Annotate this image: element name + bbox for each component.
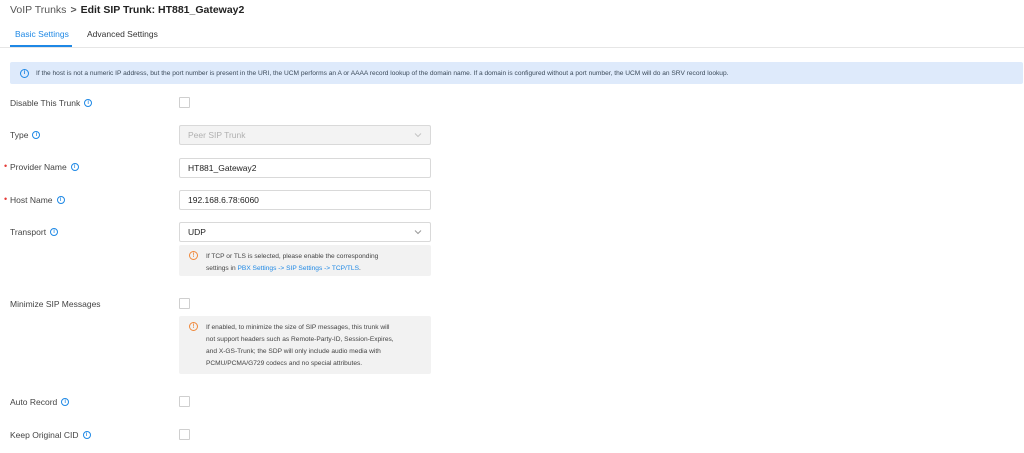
transport-note: ! If TCP or TLS is selected, please enab… (179, 245, 431, 276)
required-marker: • (4, 194, 8, 204)
transport-note-suffix: . (358, 265, 361, 272)
help-icon[interactable]: i (32, 131, 41, 139)
info-banner: i If the host is not a numeric IP addres… (10, 62, 1023, 84)
keep-cid-checkbox[interactable] (179, 429, 190, 440)
minimize-sip-note-line: and X-GS-Trunk; the SDP will only includ… (206, 348, 381, 355)
transport-select-value: UDP (188, 227, 206, 237)
tab-active-indicator (10, 45, 72, 47)
tab-basic-settings[interactable]: Basic Settings (15, 29, 69, 39)
disable-trunk-checkbox[interactable] (179, 97, 190, 108)
tcp-tls-settings-link[interactable]: PBX Settings -> SIP Settings -> TCP/TLS (238, 265, 359, 272)
minimize-sip-checkbox[interactable] (179, 298, 190, 309)
breadcrumb-separator: > (70, 4, 77, 16)
help-icon[interactable]: i (50, 228, 59, 236)
required-marker: • (4, 161, 8, 171)
keep-cid-label: Keep Original CID i (10, 429, 91, 441)
transport-note-line: If TCP or TLS is selected, please enable… (206, 253, 379, 260)
minimize-sip-note-line: PCMU/PCMA/G729 codecs and no special att… (206, 360, 363, 367)
minimize-sip-note-line: If enabled, to minimize the size of SIP … (206, 324, 390, 331)
tab-divider (0, 47, 1024, 48)
transport-select[interactable]: UDP (179, 222, 431, 242)
transport-note-prefix: settings in (206, 265, 238, 272)
provider-name-value: HT881_Gateway2 (188, 163, 257, 173)
chevron-down-icon (414, 133, 422, 138)
auto-record-checkbox[interactable] (179, 396, 190, 407)
info-icon: i (20, 68, 29, 78)
help-icon[interactable]: i (56, 196, 65, 204)
tab-advanced-settings[interactable]: Advanced Settings (87, 29, 158, 39)
host-name-value: 192.168.6.78:6060 (188, 195, 259, 205)
host-name-label: • Host Name i (4, 194, 65, 206)
provider-name-input[interactable]: HT881_Gateway2 (179, 158, 431, 178)
breadcrumb: VoIP Trunks > Edit SIP Trunk: HT881_Gatewa… (10, 4, 244, 16)
disable-trunk-label: Disable This Trunk i (10, 97, 93, 109)
minimize-sip-note: ! If enabled, to minimize the size of SI… (179, 316, 431, 374)
auto-record-label-text: Auto Record (10, 397, 58, 407)
help-icon[interactable]: i (61, 398, 70, 406)
minimize-sip-label: Minimize SIP Messages (10, 298, 101, 310)
help-icon[interactable]: i (82, 431, 91, 439)
provider-name-label-text: Provider Name (10, 162, 67, 172)
disable-trunk-label-text: Disable This Trunk (10, 98, 81, 108)
breadcrumb-voip-trunks-link[interactable]: VoIP Trunks (10, 4, 66, 16)
transport-label: Transport i (10, 226, 59, 238)
page-title: Edit SIP Trunk: HT881_Gateway2 (80, 4, 245, 16)
auto-record-label: Auto Record i (10, 396, 70, 408)
info-banner-text: If the host is not a numeric IP address,… (36, 69, 729, 77)
transport-label-text: Transport (10, 227, 47, 237)
warning-icon: ! (189, 322, 198, 331)
keep-cid-label-text: Keep Original CID (10, 430, 79, 440)
transport-note-line: settings in PBX Settings -> SIP Settings… (206, 263, 423, 275)
host-name-input[interactable]: 192.168.6.78:6060 (179, 190, 431, 210)
minimize-sip-note-line: not support headers such as Remote-Party… (206, 336, 394, 343)
warning-icon: ! (189, 251, 198, 260)
host-name-label-text: Host Name (10, 195, 53, 205)
type-label-text: Type (10, 130, 29, 140)
type-select-value: Peer SIP Trunk (188, 130, 246, 140)
minimize-sip-label-text: Minimize SIP Messages (10, 299, 101, 309)
type-label: Type i (10, 129, 41, 141)
provider-name-label: • Provider Name i (4, 161, 79, 173)
help-icon[interactable]: i (84, 99, 93, 107)
type-select: Peer SIP Trunk (179, 125, 431, 145)
help-icon[interactable]: i (70, 163, 79, 171)
chevron-down-icon (414, 230, 422, 235)
